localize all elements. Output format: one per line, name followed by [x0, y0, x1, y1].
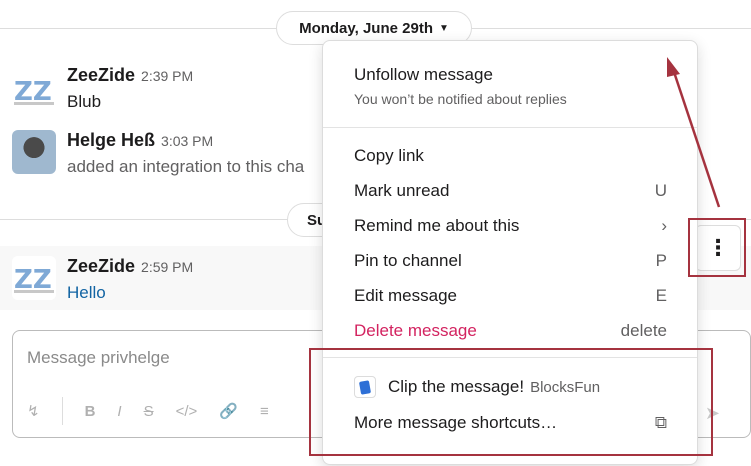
- message-timestamp[interactable]: 3:03 PM: [161, 133, 213, 149]
- author-name[interactable]: Helge Heß: [67, 130, 155, 150]
- menu-item-label: Pin to channel: [354, 251, 462, 270]
- avatar[interactable]: [12, 130, 56, 174]
- italic-icon[interactable]: I: [117, 403, 121, 420]
- date-divider-label: Monday, June 29th: [299, 19, 433, 37]
- pin-to-channel-item[interactable]: Pin to channel P: [354, 251, 667, 271]
- menu-item-label: Edit message: [354, 286, 457, 305]
- code-icon[interactable]: </>: [176, 403, 198, 420]
- menu-item-label: Copy link: [354, 146, 424, 165]
- menu-item-shortcut: P: [655, 251, 667, 270]
- message-text: added an integration to this cha: [67, 157, 305, 176]
- menu-item-shortcut: E: [655, 286, 667, 305]
- author-name[interactable]: ZeeZide: [67, 256, 135, 276]
- chevron-right-icon: ›: [661, 216, 667, 235]
- menu-item-shortcut: delete: [620, 321, 667, 340]
- edit-message-item[interactable]: Edit message E: [354, 286, 667, 306]
- lightning-icon[interactable]: ↯: [27, 402, 40, 420]
- annotation-box-shortcuts: [309, 348, 713, 456]
- zeezide-logo-icon: ZZ: [12, 256, 56, 300]
- mark-unread-item[interactable]: Mark unread U: [354, 181, 667, 201]
- formatting-toolbar: ↯ B I S </> 🔗 ≡: [27, 397, 269, 425]
- menu-item-shortcut: U: [654, 181, 667, 200]
- remind-me-item[interactable]: Remind me about this ›: [354, 216, 667, 236]
- delete-message-item[interactable]: Delete message delete: [354, 321, 667, 341]
- menu-item-label: Remind me about this: [354, 216, 520, 235]
- toolbar-separator: [61, 397, 63, 425]
- avatar[interactable]: ZZ: [12, 256, 56, 300]
- avatar[interactable]: ZZ: [12, 68, 56, 112]
- message-timestamp[interactable]: 2:59 PM: [141, 259, 193, 275]
- composer-placeholder[interactable]: Message privhelge: [27, 348, 170, 368]
- annotation-box-more-button: [688, 218, 746, 277]
- numbered-list-icon[interactable]: ≡: [260, 403, 269, 420]
- chevron-down-icon: ▼: [439, 22, 449, 34]
- strikethrough-icon[interactable]: S: [144, 403, 154, 420]
- message-author[interactable]: Helge Heß 3:03 PM: [67, 130, 213, 151]
- author-name[interactable]: ZeeZide: [67, 65, 135, 85]
- copy-link-item[interactable]: Copy link: [354, 146, 667, 166]
- unfollow-message-item[interactable]: Unfollow message: [354, 65, 667, 85]
- message-text: Blub: [67, 92, 102, 111]
- message-text[interactable]: Hello: [67, 283, 106, 303]
- message-author[interactable]: ZeeZide 2:39 PM: [67, 65, 193, 86]
- zeezide-logo-icon: ZZ: [12, 68, 56, 112]
- menu-separator: [323, 127, 697, 128]
- menu-item-label: Delete message: [354, 321, 477, 340]
- bold-icon[interactable]: B: [85, 403, 96, 420]
- link-icon[interactable]: 🔗: [219, 402, 238, 420]
- message-author[interactable]: ZeeZide 2:59 PM: [67, 256, 193, 277]
- unfollow-subtitle: You won’t be notified about replies: [354, 91, 567, 107]
- message-timestamp[interactable]: 2:39 PM: [141, 68, 193, 84]
- menu-item-label: Unfollow message: [354, 65, 493, 84]
- menu-item-label: Mark unread: [354, 181, 450, 200]
